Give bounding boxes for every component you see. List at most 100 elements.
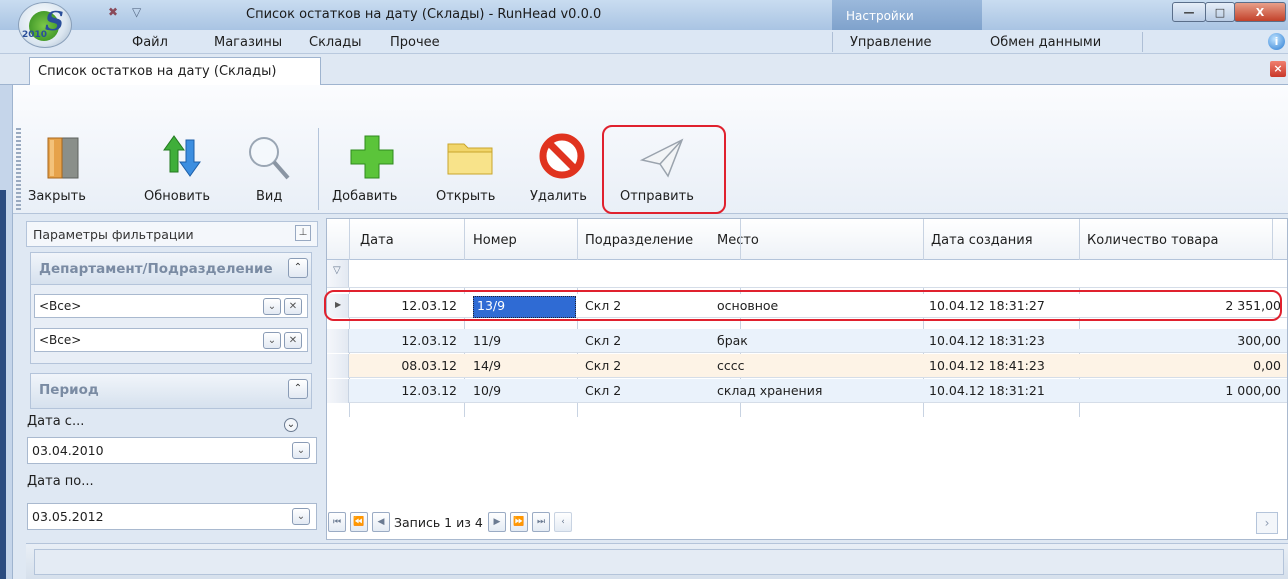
table-row[interactable]: 12.03.12 11/9 Скл 2 брак 10.04.12 18:31:… [327, 329, 1287, 353]
close-button[interactable]: Закрыть [28, 128, 100, 212]
close-tab-button[interactable]: × [1270, 61, 1286, 77]
collapse-chevron-up-icon[interactable]: ⌃ [288, 258, 308, 278]
column-header-quantity[interactable]: Количество товара [1087, 233, 1218, 248]
expand-circle-icon[interactable]: ⌄ [284, 418, 298, 432]
title-bar: ✖ ▽ Список остатков на дату (Склады) - R… [0, 0, 1288, 30]
window-title: Список остатков на дату (Склады) - RunHe… [246, 7, 602, 22]
cell-quantity[interactable]: 0,00 [1107, 358, 1281, 373]
delete-button[interactable]: Удалить [530, 128, 600, 212]
no-entry-icon [539, 133, 585, 179]
menu-warehouses[interactable]: Склады [309, 35, 361, 50]
cell-division[interactable]: Скл 2 [585, 383, 621, 398]
filter-funnel-icon: ▽ [333, 265, 341, 276]
menu-bar: Файл Магазины Склады Прочее Управление О… [0, 30, 1288, 54]
tab-stock-list[interactable]: Список остатков на дату (Склады) [29, 57, 321, 86]
row-indicator [327, 379, 349, 403]
prev-page-icon[interactable]: ⏪ [350, 512, 368, 532]
scroll-left-icon[interactable]: ‹ [554, 512, 572, 532]
menu-data-exchange[interactable]: Обмен данными [990, 35, 1101, 50]
cell-date[interactable]: 08.03.12 [357, 358, 457, 373]
left-edge-accent [0, 190, 6, 579]
menu-shops[interactable]: Магазины [214, 35, 282, 50]
status-bar-field [34, 549, 1284, 575]
refresh-button[interactable]: Обновить [144, 128, 224, 212]
chevron-down-icon[interactable]: ⌄ [292, 508, 310, 525]
toolbar-grip[interactable] [16, 128, 21, 210]
cell-place[interactable]: склад хранения [717, 383, 822, 398]
period-group-header[interactable]: Период ⌃ [31, 374, 311, 408]
app-logo[interactable]: S 2010 [18, 2, 72, 48]
cell-quantity[interactable]: 1 000,00 [1107, 383, 1281, 398]
chevron-down-icon[interactable]: ⌄ [292, 442, 310, 459]
cell-quantity[interactable]: 300,00 [1107, 333, 1281, 348]
scroll-right-icon[interactable]: › [1256, 512, 1278, 534]
quick-access-icon[interactable]: ✖ [108, 5, 118, 19]
collapse-chevron-up-icon[interactable]: ⌃ [288, 379, 308, 399]
cell-number[interactable]: 11/9 [473, 333, 501, 348]
door-exit-icon [47, 137, 79, 179]
stock-grid: Дата Номер Подразделение Место Дата созд… [326, 218, 1288, 540]
cell-date[interactable]: 12.03.12 [357, 333, 457, 348]
column-header-division[interactable]: Подразделение [585, 233, 693, 248]
close-window-button[interactable]: X [1234, 2, 1286, 22]
info-icon[interactable]: i [1268, 33, 1285, 50]
maximize-button[interactable]: □ [1205, 2, 1235, 22]
department-group-header[interactable]: Департамент/Подразделение ⌃ [31, 253, 311, 285]
filter-panel-header: Параметры фильтрации ⊥ [26, 221, 318, 247]
chevron-down-icon[interactable]: ⌄ [263, 298, 281, 315]
context-tab-settings[interactable]: Настройки [832, 0, 982, 30]
column-header-number[interactable]: Номер [473, 233, 517, 248]
first-record-icon[interactable]: ⏮ [328, 512, 346, 532]
cell-place[interactable]: брак [717, 333, 748, 348]
green-plus-icon [350, 135, 394, 179]
cell-place[interactable]: сссс [717, 358, 745, 373]
open-button[interactable]: Открыть [436, 128, 506, 212]
view-button[interactable]: Вид [244, 128, 294, 212]
period-group: Период ⌃ [30, 373, 312, 409]
cell-number[interactable]: 13/9 [477, 298, 505, 313]
toolbar-separator [318, 128, 319, 210]
add-button[interactable]: Добавить [332, 128, 402, 212]
cell-division[interactable]: Скл 2 [585, 333, 621, 348]
next-record-icon[interactable]: ▶ [488, 512, 506, 532]
main-window: ✖ ▽ Список остатков на дату (Склады) - R… [0, 0, 1288, 579]
row-indicator [327, 329, 349, 353]
column-header-place[interactable]: Место [717, 233, 759, 248]
quick-access-dropdown-icon[interactable]: ▽ [132, 5, 141, 19]
cell-created[interactable]: 10.04.12 18:31:21 [929, 383, 1045, 398]
clear-x-icon[interactable]: ✕ [284, 298, 302, 315]
row-indicator [327, 354, 349, 378]
menu-management[interactable]: Управление [850, 35, 932, 50]
minimize-button[interactable]: — [1172, 2, 1206, 22]
column-header-date[interactable]: Дата [360, 233, 394, 248]
date-from-label: Дата с... [27, 414, 85, 429]
cell-number[interactable]: 10/9 [473, 383, 501, 398]
cell-number[interactable]: 14/9 [473, 358, 501, 373]
table-row[interactable]: 08.03.12 14/9 Скл 2 сссс 10.04.12 18:41:… [327, 354, 1287, 378]
department-combo[interactable]: <Все> ⌄ ✕ [34, 294, 308, 318]
department-group: Департамент/Подразделение ⌃ <Все> ⌄ ✕ <В… [30, 252, 312, 364]
menu-other[interactable]: Прочее [390, 35, 440, 50]
grid-header: Дата Номер Подразделение Место Дата созд… [327, 219, 1287, 260]
table-row[interactable]: 12.03.12 10/9 Скл 2 склад хранения 10.04… [327, 379, 1287, 403]
column-divider [1272, 219, 1273, 260]
menu-file[interactable]: Файл [132, 35, 168, 50]
selected-row-highlight [324, 290, 1282, 321]
clear-x-icon[interactable]: ✕ [284, 332, 302, 349]
chevron-down-icon[interactable]: ⌄ [263, 332, 281, 349]
next-page-icon[interactable]: ⏩ [510, 512, 528, 532]
date-to-field[interactable]: 03.05.2012 ⌄ [27, 503, 317, 530]
column-header-created[interactable]: Дата создания [931, 233, 1033, 248]
last-record-icon[interactable]: ⏭ [532, 512, 550, 532]
cell-created[interactable]: 10.04.12 18:31:23 [929, 333, 1045, 348]
date-from-field[interactable]: 03.04.2010 ⌄ [27, 437, 317, 464]
cell-date[interactable]: 12.03.12 [357, 383, 457, 398]
document-tab-strip: Список остатков на дату (Склады) × [0, 54, 1288, 86]
auto-filter-row[interactable]: ▽ [327, 260, 1287, 288]
cell-created[interactable]: 10.04.12 18:41:23 [929, 358, 1045, 373]
prev-record-icon[interactable]: ◀ [372, 512, 390, 532]
cell-division[interactable]: Скл 2 [585, 358, 621, 373]
subdivision-combo[interactable]: <Все> ⌄ ✕ [34, 328, 308, 352]
pin-icon[interactable]: ⊥ [295, 225, 311, 241]
send-button-highlight [602, 125, 726, 214]
